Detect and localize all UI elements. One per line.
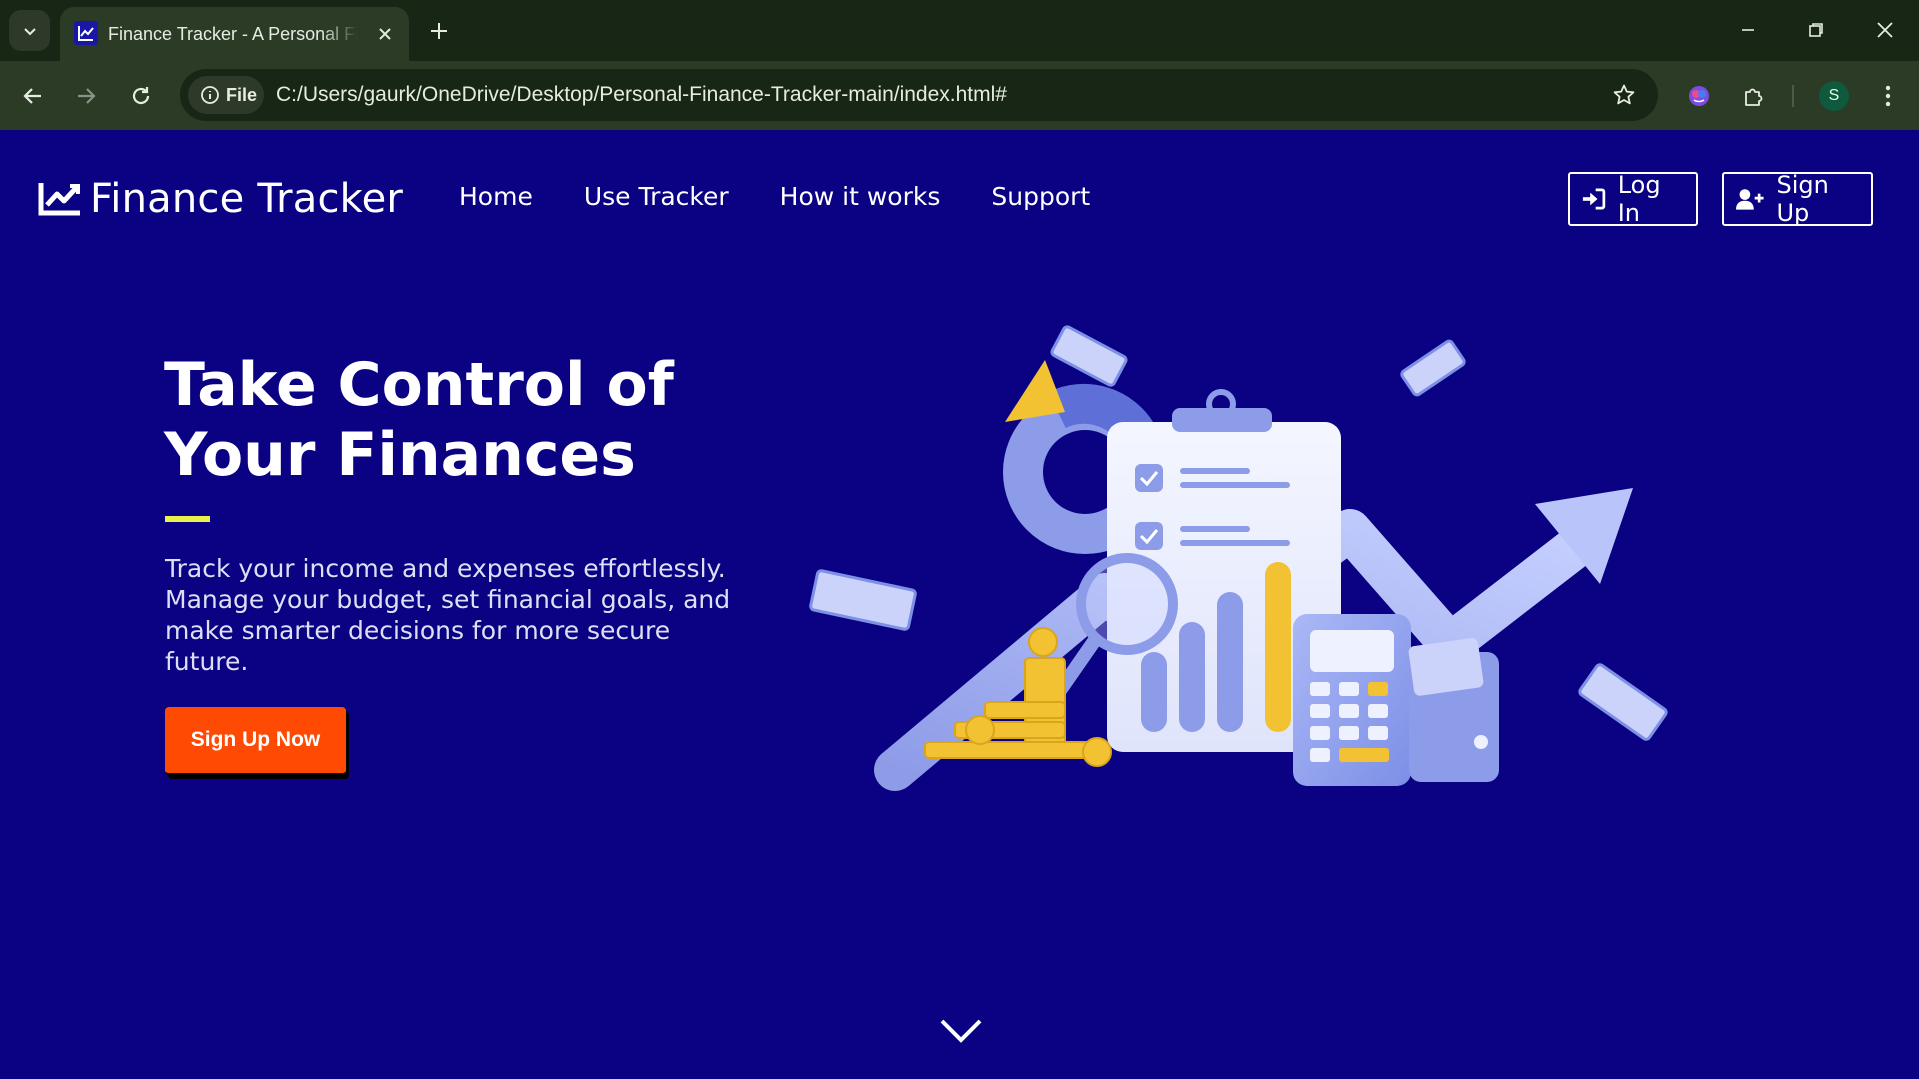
signup-button[interactable]: Sign Up <box>1722 171 1873 227</box>
accent-underline <box>165 516 210 522</box>
toolbar-divider <box>1792 85 1794 107</box>
close-window-button[interactable] <box>1862 10 1908 50</box>
extension-button[interactable] <box>1679 76 1719 116</box>
reload-icon <box>132 87 150 105</box>
minimize-button[interactable] <box>1725 10 1771 50</box>
extension-colored-icon <box>1689 86 1709 106</box>
brand-logo[interactable]: Finance Tracker <box>38 176 403 222</box>
star-icon <box>1613 84 1635 105</box>
nav-link-use-tracker[interactable]: Use Tracker <box>584 182 729 211</box>
chart-line-icon <box>38 183 80 216</box>
back-arrow-icon <box>23 88 41 104</box>
forward-arrow-icon <box>78 88 96 104</box>
browser-menu-button[interactable] <box>1868 76 1908 116</box>
brand-name: Finance Tracker <box>90 176 404 222</box>
finance-illustration <box>809 325 1668 791</box>
browser-tab-bar: Finance Tracker - A Personal Finance Tra… <box>0 0 1919 61</box>
nav-link-home[interactable]: Home <box>459 182 533 211</box>
more-vert-icon <box>1885 85 1891 107</box>
browser-tab-active[interactable]: Finance Tracker - A Personal Finance Tra… <box>60 7 409 61</box>
login-label: Log In <box>1617 171 1661 227</box>
site-info-chip[interactable]: File <box>188 76 264 114</box>
main-nav: Home Use Tracker How it works Support <box>459 182 1090 211</box>
url-text[interactable]: C:/Users/gaurk/OneDrive/Desktop/Personal… <box>276 82 1007 108</box>
scroll-down-button[interactable] <box>938 1016 984 1046</box>
hero-title-line-1: Take Control of <box>164 350 674 420</box>
forward-button[interactable] <box>66 76 106 116</box>
user-plus-icon <box>1736 189 1764 210</box>
hero-title-line-2: Your Finances <box>164 420 636 490</box>
close-icon <box>379 28 391 40</box>
tab-close-button[interactable] <box>372 21 398 47</box>
restore-icon <box>1809 23 1823 37</box>
bookmark-button[interactable] <box>1610 81 1638 109</box>
new-tab-button[interactable] <box>422 14 456 48</box>
sign-in-icon <box>1582 188 1606 210</box>
hero-title: Take Control of Your Finances <box>164 350 724 490</box>
page-content: Finance Tracker Home Use Tracker How it … <box>0 130 1919 1079</box>
chevron-down-icon <box>23 27 36 35</box>
restore-button[interactable] <box>1793 10 1839 50</box>
chevron-down-icon <box>940 1019 982 1043</box>
nav-link-support[interactable]: Support <box>991 182 1090 211</box>
sign-up-now-button[interactable]: Sign Up Now <box>165 707 346 775</box>
profile-avatar[interactable]: S <box>1819 81 1849 111</box>
close-window-icon <box>1877 22 1893 38</box>
nav-link-how-it-works[interactable]: How it works <box>780 182 941 211</box>
tab-search-button[interactable] <box>9 10 50 51</box>
extensions-menu-button[interactable] <box>1734 76 1774 116</box>
back-button[interactable] <box>13 76 53 116</box>
puzzle-icon <box>1745 88 1763 106</box>
address-bar[interactable]: File C:/Users/gaurk/OneDrive/Desktop/Per… <box>180 69 1658 121</box>
browser-toolbar: File C:/Users/gaurk/OneDrive/Desktop/Per… <box>0 61 1919 130</box>
chart-favicon-icon <box>74 21 98 45</box>
login-button[interactable]: Log In <box>1568 171 1698 227</box>
reload-button[interactable] <box>121 76 161 116</box>
signup-label: Sign Up <box>1776 171 1829 227</box>
hero-description: Track your income and expenses effortles… <box>165 554 731 676</box>
info-icon <box>201 86 219 104</box>
minimize-icon <box>1742 29 1754 31</box>
tab-title: Finance Tracker - A Personal Finance Tra… <box>108 24 358 44</box>
site-chip-label: File <box>226 84 258 105</box>
plus-icon <box>431 23 447 39</box>
